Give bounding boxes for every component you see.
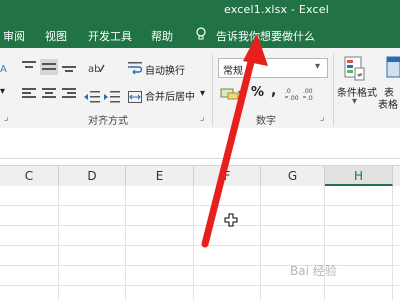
annotation-arrow-icon (201, 34, 268, 248)
watermark: Bai 经验 (290, 264, 337, 278)
